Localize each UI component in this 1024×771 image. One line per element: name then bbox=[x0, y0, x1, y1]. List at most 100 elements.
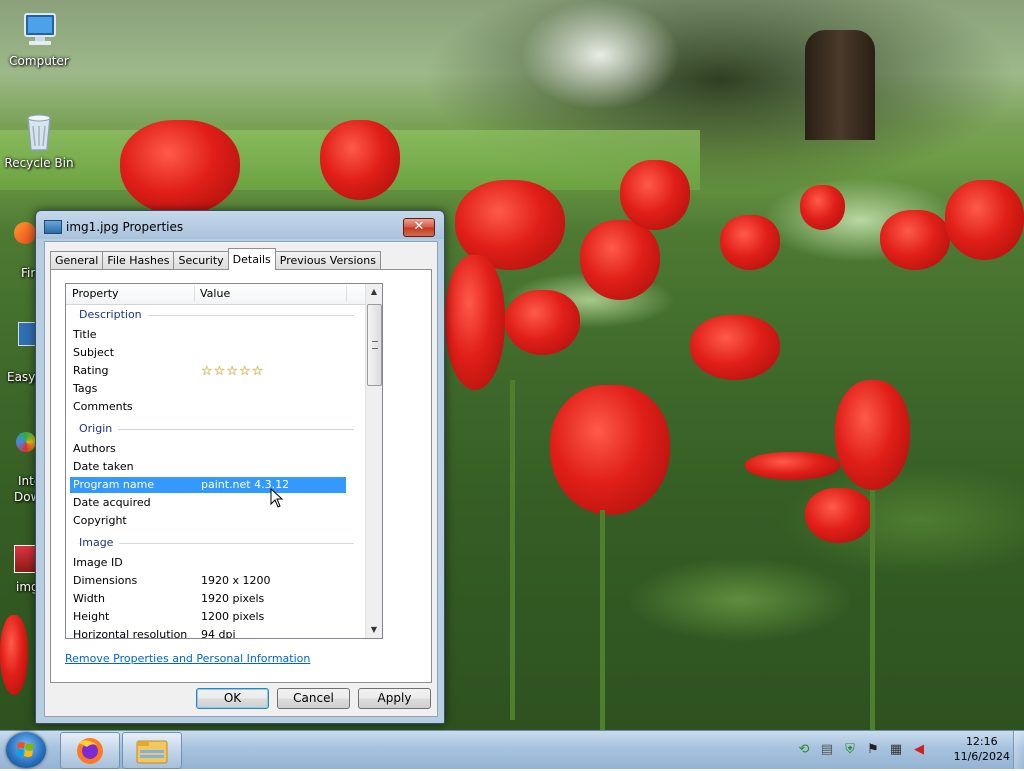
wallpaper-tulip bbox=[550, 385, 670, 515]
property-name: Date acquired bbox=[73, 496, 151, 509]
list-item-selected[interactable]: Program name paint.net 4.3.12 bbox=[70, 477, 346, 493]
column-header-property[interactable]: Property bbox=[72, 287, 119, 300]
property-name: Dimensions bbox=[73, 574, 138, 587]
list-item[interactable]: Width 1920 pixels bbox=[70, 591, 346, 607]
action-center-flag-icon[interactable]: ⚑ bbox=[865, 742, 881, 758]
list-item[interactable]: Horizontal resolution 94 dpi bbox=[70, 627, 346, 639]
column-header-value[interactable]: Value bbox=[200, 287, 230, 300]
tab-general[interactable]: General bbox=[50, 251, 104, 270]
properties-dialog: img1.jpg Properties ✕ General File Hashe… bbox=[35, 210, 445, 724]
group-divider-line bbox=[78, 429, 354, 430]
wallpaper-tulip bbox=[745, 452, 840, 480]
property-name: Rating bbox=[73, 364, 109, 377]
wallpaper-tulip bbox=[945, 180, 1024, 260]
tab-previous-versions[interactable]: Previous Versions bbox=[274, 251, 381, 270]
wallpaper-stem bbox=[870, 490, 875, 730]
group-header-description[interactable]: Description bbox=[70, 307, 354, 323]
wallpaper-tulip bbox=[835, 380, 910, 490]
tab-strip: General File Hashes Security Details Pre… bbox=[50, 248, 381, 270]
list-item[interactable]: Title bbox=[70, 327, 346, 343]
taskbar: ⟲ ▤ ⛨ ⚑ ▦ ◀ 12:16 11/6/2024 bbox=[0, 730, 1024, 769]
list-item[interactable]: Tags bbox=[70, 381, 346, 397]
wallpaper-tulip bbox=[0, 615, 28, 695]
internet-download-icon[interactable] bbox=[16, 432, 36, 452]
desktop-icon-computer[interactable]: Computer bbox=[1, 10, 77, 68]
list-item[interactable]: Date taken bbox=[70, 459, 346, 475]
scrollbar-thumb[interactable] bbox=[367, 304, 382, 386]
wallpaper-tulip bbox=[880, 210, 950, 270]
volume-muted-icon[interactable]: ◀ bbox=[911, 742, 927, 758]
property-name: Comments bbox=[73, 400, 133, 413]
document-icon[interactable]: ▤ bbox=[819, 742, 835, 758]
desktop-icon-label: Fir bbox=[21, 266, 36, 280]
properties-list[interactable]: Property Value Description Title Subject… bbox=[65, 283, 383, 639]
taskbar-explorer-button[interactable] bbox=[122, 732, 182, 769]
list-item[interactable]: Comments bbox=[70, 399, 346, 415]
dialog-client-area: General File Hashes Security Details Pre… bbox=[44, 241, 438, 717]
folder-icon bbox=[136, 740, 168, 764]
list-item[interactable]: Height 1200 pixels bbox=[70, 609, 346, 625]
property-name: Height bbox=[73, 610, 110, 623]
wallpaper-tulip bbox=[580, 220, 660, 300]
wallpaper-tulip bbox=[505, 290, 580, 355]
list-item[interactable]: Rating ☆☆☆☆☆ bbox=[70, 363, 346, 379]
dialog-titlebar[interactable]: img1.jpg Properties ✕ bbox=[36, 211, 444, 241]
wallpaper-tulip bbox=[120, 120, 240, 215]
network-icon[interactable]: ▦ bbox=[888, 742, 904, 758]
tab-security[interactable]: Security bbox=[173, 251, 229, 270]
scroll-down-arrow-icon[interactable]: ▼ bbox=[366, 622, 382, 638]
rating-stars-icon[interactable]: ☆☆☆☆☆ bbox=[201, 364, 264, 380]
remove-properties-link[interactable]: Remove Properties and Personal Informati… bbox=[65, 652, 310, 665]
group-header-image[interactable]: Image bbox=[70, 535, 354, 551]
list-item[interactable]: Dimensions 1920 x 1200 bbox=[70, 573, 346, 589]
image-file-icon bbox=[44, 220, 62, 234]
wallpaper-tulip bbox=[690, 315, 780, 380]
property-name: Authors bbox=[73, 442, 116, 455]
wallpaper-stem bbox=[600, 510, 605, 730]
list-item[interactable]: Copyright bbox=[70, 513, 346, 529]
list-body: Description Title Subject Rating ☆☆☆☆☆ Ta… bbox=[66, 305, 366, 638]
wallpaper-tulip bbox=[805, 488, 873, 543]
property-name: Horizontal resolution bbox=[73, 628, 188, 639]
property-name: Title bbox=[73, 328, 97, 341]
column-divider[interactable] bbox=[346, 286, 347, 302]
close-button[interactable]: ✕ bbox=[403, 218, 435, 237]
security-shield-icon[interactable]: ⛨ bbox=[842, 742, 858, 758]
tab-details[interactable]: Details bbox=[227, 248, 276, 270]
list-item[interactable]: Authors bbox=[70, 441, 346, 457]
grip-icon bbox=[372, 341, 378, 349]
property-value: 1920 pixels bbox=[201, 592, 265, 605]
list-item[interactable]: Image ID bbox=[70, 555, 346, 571]
show-desktop-button[interactable] bbox=[1013, 731, 1024, 769]
property-name: Program name bbox=[73, 478, 155, 491]
ok-button[interactable]: OK bbox=[196, 688, 269, 709]
desktop-icon-recycle-bin[interactable]: Recycle Bin bbox=[1, 112, 77, 170]
desktop-icon-label: Recycle Bin bbox=[4, 156, 74, 170]
list-item[interactable]: Subject bbox=[70, 345, 346, 361]
computer-icon bbox=[19, 10, 59, 50]
wallpaper-tulip bbox=[620, 160, 690, 230]
tab-file-hashes[interactable]: File Hashes bbox=[102, 251, 175, 270]
recycle-bin-icon bbox=[19, 112, 59, 152]
group-header-origin[interactable]: Origin bbox=[70, 421, 354, 437]
cancel-button[interactable]: Cancel bbox=[277, 688, 350, 709]
wallpaper-tulip bbox=[720, 215, 780, 270]
desktop-icon-label: Computer bbox=[9, 54, 69, 68]
vertical-scrollbar[interactable]: ▲ ▼ bbox=[365, 284, 382, 638]
start-button[interactable] bbox=[6, 732, 46, 768]
property-name: Date taken bbox=[73, 460, 134, 473]
scroll-up-arrow-icon[interactable]: ▲ bbox=[366, 284, 382, 300]
mouse-cursor-icon bbox=[270, 488, 284, 508]
list-item[interactable]: Date acquired bbox=[70, 495, 346, 511]
group-label: Description bbox=[79, 307, 148, 323]
network-share-icon[interactable]: ⟲ bbox=[796, 742, 812, 758]
firefox-icon[interactable] bbox=[14, 222, 36, 244]
firefox-icon bbox=[77, 738, 103, 764]
column-divider[interactable] bbox=[194, 286, 195, 302]
list-header: Property Value bbox=[66, 284, 366, 305]
taskbar-clock[interactable]: 12:16 11/6/2024 bbox=[954, 734, 1010, 764]
property-name: Tags bbox=[73, 382, 98, 395]
taskbar-firefox-button[interactable] bbox=[60, 732, 120, 769]
windows-logo-icon bbox=[16, 742, 34, 757]
apply-button[interactable]: Apply bbox=[358, 688, 431, 709]
